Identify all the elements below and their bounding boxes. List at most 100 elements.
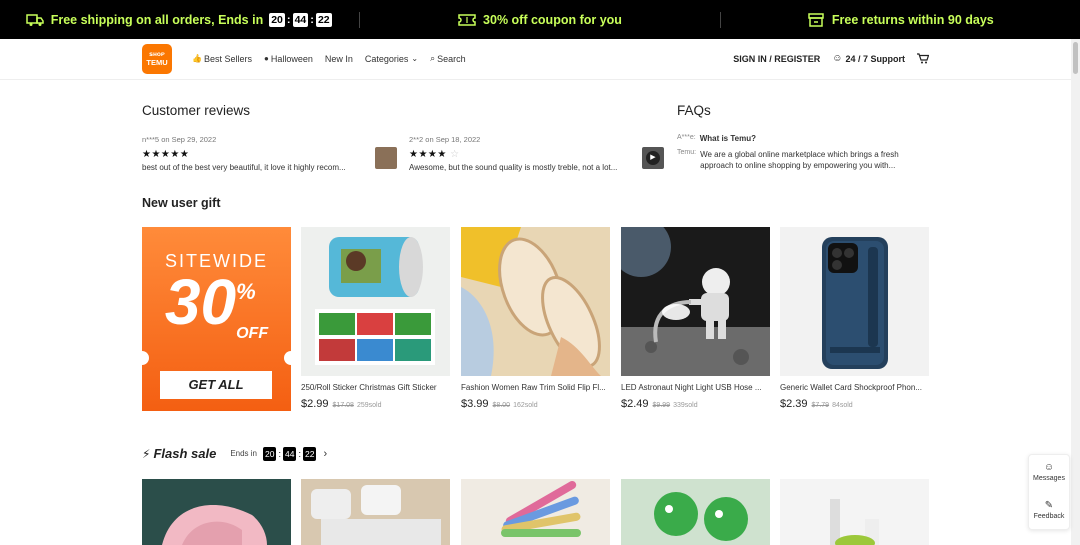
product-original-price: $8.00 [492,402,511,409]
nav-label: Categories [364,53,409,64]
returns-text: Free returns within 90 days [831,12,994,27]
filled-stars: ★★★★★ [142,149,190,160]
filled-stars: ★★★★ [409,149,447,160]
flash-product-image[interactable] [621,479,770,545]
product-card[interactable]: LED Astronaut Night Light USB Hose ... $… [621,227,770,410]
product-card[interactable]: Generic Wallet Card Shockproof Phon... $… [780,227,929,410]
faq-list[interactable]: A***e: What is Temu? Temu: We are a global… [677,134,917,177]
faq-answer: We are a global online marketplace which… [700,150,899,170]
nav-halloween[interactable]: ● Halloween [264,53,313,64]
product-price: $2.39 [780,398,808,410]
flash-sale-header[interactable]: ⚡ Flash sale Ends in 20: 44: 22 › [142,446,327,461]
promo-countdown: 20: 44: 22 [269,12,332,27]
star-rating: ★★★★★ [142,149,397,160]
chat-bubble-icon: ☺ [832,53,843,64]
product-price: $2.49 [621,398,649,410]
reviews-title: Customer reviews [142,103,251,118]
product-image[interactable] [301,227,450,376]
chevron-right-icon[interactable]: › [323,448,327,460]
product-card[interactable]: Fashion Women Raw Trim Solid Flip Fl... … [461,227,610,410]
nav-label: Best Sellers [203,53,252,64]
nav-categories[interactable]: Categories ⌄ [365,53,418,64]
free-shipping-banner[interactable]: Free shipping on all orders, Ends in 20:… [0,0,359,39]
logo-bottom-text: TEMU [146,58,168,67]
product-original-price: $7.79 [811,402,830,409]
temu-logo[interactable]: ꜱʜᴏᴩ TEMU [142,44,172,74]
play-icon: ▶ [646,151,660,165]
product-sold-count: 84sold [832,402,853,409]
pumpkin-icon: ● [264,54,269,63]
review-photo[interactable] [375,147,397,169]
flash-countdown-seconds: 22 [302,446,317,461]
coupon-icon [458,13,476,26]
returns-banner[interactable]: Free returns within 90 days [721,0,1080,39]
product-price: $3.99 [461,398,489,410]
flash-countdown-hours: 20 [263,446,277,461]
faq-responder: Temu: [677,149,697,156]
nav-best-sellers[interactable]: 👍 Best Sellers [192,53,252,64]
coupon-off: OFF [236,325,269,342]
coupon-banner[interactable]: 30% off coupon for you [360,0,719,39]
site-header: ꜱʜᴏᴩ TEMU 👍 Best Sellers ● Halloween New I… [0,39,1071,80]
product-image[interactable] [780,227,929,376]
message-icon: ☺ [1043,462,1055,473]
messages-button[interactable]: ☺ Messages [1029,455,1069,493]
product-name[interactable]: LED Astronaut Night Light USB Hose ... [621,383,770,392]
cart-icon [917,53,929,64]
coupon-number: 30 [164,266,237,338]
countdown-hours: 20 [269,12,285,27]
product-sold-count: 162sold [513,402,538,409]
product-card[interactable]: 250/Roll Sticker Christmas Gift Sticker … [301,227,450,410]
new-user-gift-title: New user gift [142,196,221,210]
nav-new-in[interactable]: New In [325,53,353,64]
faqs-title: FAQs [677,103,711,118]
sitewide-coupon-card[interactable]: SITEWIDE 30% OFF GET ALL [142,227,291,411]
messages-label: Messages [1033,475,1065,482]
lightning-icon: ⚡ [142,446,151,461]
chevron-down-icon: ⌄ [411,54,419,63]
faq-user: A***e: [677,134,696,141]
product-name[interactable]: Fashion Women Raw Trim Solid Flip Fl... [461,383,610,392]
product-original-price: $17.08 [332,402,354,409]
page-scrollbar[interactable] [1071,39,1080,545]
nav-label: Search [437,53,466,64]
review-video[interactable]: ▶ [642,147,664,169]
product-image[interactable] [621,227,770,376]
sign-in-register-link[interactable]: SIGN IN / REGISTER [733,54,820,64]
support-label: 24 / 7 Support [845,53,905,64]
product-sold-count: 339sold [673,402,698,409]
feedback-label: Feedback [1033,513,1065,520]
support-link[interactable]: ☺ 24 / 7 Support [832,53,905,64]
flash-product-image[interactable] [142,479,291,545]
review-text: Awesome, but the sound quality is mostly… [409,163,618,172]
flash-product-image[interactable] [301,479,450,545]
countdown-minutes: 44 [292,12,309,27]
coupon-percent: % [236,279,256,304]
nav-label: New In [324,53,353,64]
product-name[interactable]: 250/Roll Sticker Christmas Gift Sticker [301,383,450,392]
review-user: 2**2 [409,135,424,144]
product-price: $2.99 [301,398,329,410]
flash-product-image[interactable] [461,479,610,545]
return-box-icon [808,12,824,27]
flash-countdown-minutes: 44 [282,446,297,461]
get-all-button[interactable]: GET ALL [160,371,272,399]
review-card[interactable]: 2**2 on Sep 18, 2022 ★★★★ ☆ Awesome, but… [409,135,664,172]
search-icon: ⌕ [430,53,436,63]
review-card[interactable]: n***5 on Sep 29, 2022 ★★★★★ best out of … [142,135,397,172]
thumbs-up-icon: 👍 [192,54,202,63]
product-name[interactable]: Generic Wallet Card Shockproof Phon... [780,383,929,392]
flash-ends-label: Ends in [230,449,257,458]
flash-product-image[interactable] [780,479,929,545]
review-text: best out of the best very beautiful, it … [142,163,346,172]
nav-search[interactable]: ⌕ Search [430,53,466,64]
cart-button[interactable] [917,53,929,64]
star-rating: ★★★★ ☆ [409,149,664,160]
scrollbar-thumb[interactable] [1073,42,1078,74]
truck-icon [25,13,44,26]
feedback-button[interactable]: ✎ Feedback [1029,493,1069,531]
countdown-seconds: 22 [315,12,332,27]
product-image[interactable] [461,227,610,376]
product-sold-count: 259sold [356,402,382,409]
promo-bar: Free shipping on all orders, Ends in 20:… [0,0,1080,39]
